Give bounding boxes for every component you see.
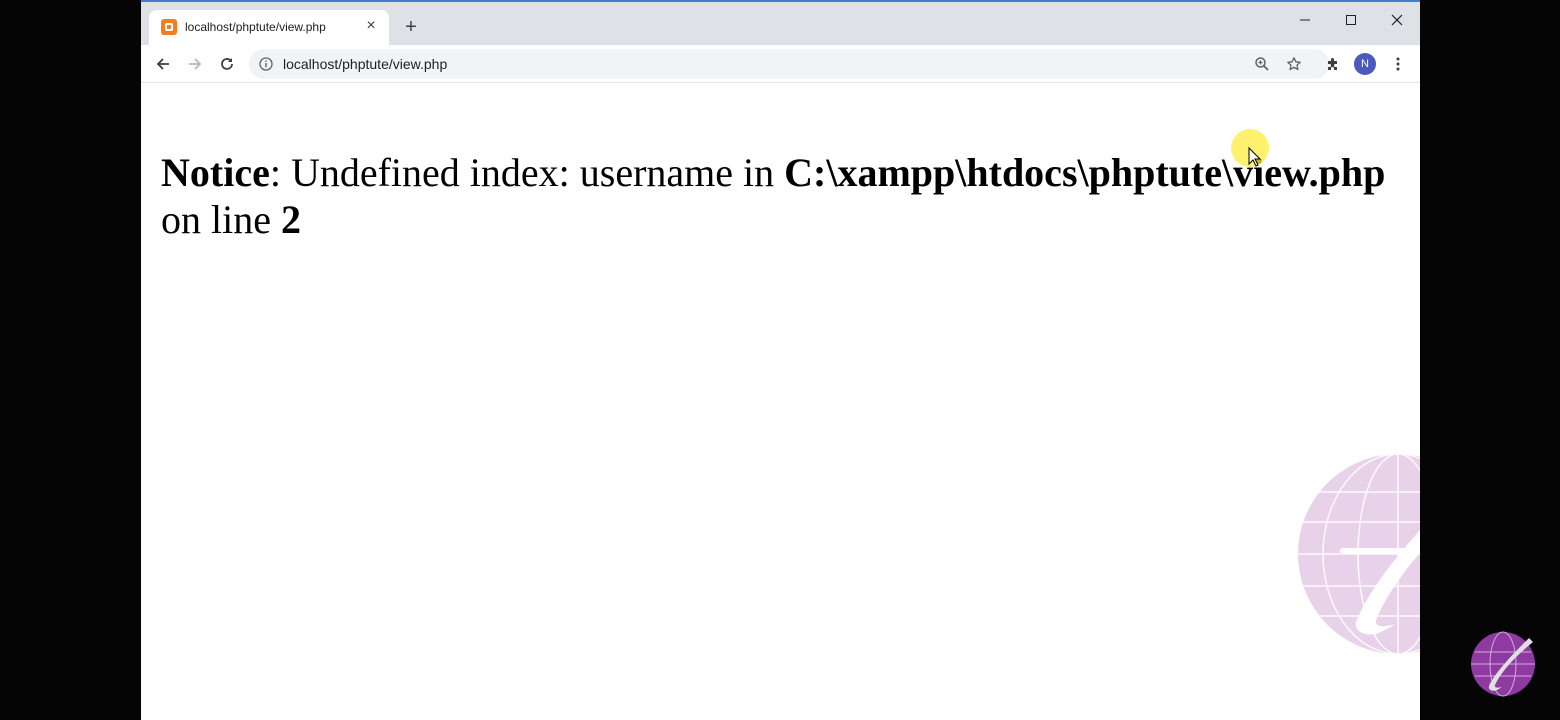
extensions-button[interactable] bbox=[1320, 51, 1346, 77]
browser-window: localhost/phptute/view.php × + localhost… bbox=[141, 0, 1420, 720]
avatar: N bbox=[1354, 53, 1376, 75]
globe-logo-watermark bbox=[1298, 453, 1420, 655]
puzzle-icon bbox=[1328, 58, 1337, 70]
browser-menu-button[interactable] bbox=[1385, 51, 1411, 77]
zoom-icon bbox=[1255, 57, 1269, 71]
mouse-pointer-icon bbox=[1248, 147, 1262, 167]
close-window-button[interactable] bbox=[1374, 6, 1420, 34]
kebab-menu-icon bbox=[1396, 57, 1400, 71]
tab-close-button[interactable]: × bbox=[363, 18, 379, 34]
reload-icon bbox=[221, 58, 233, 70]
maximize-button[interactable] bbox=[1328, 6, 1374, 34]
notice-message: : Undefined index: username in bbox=[269, 150, 785, 195]
profile-button[interactable]: N bbox=[1352, 51, 1378, 77]
address-url[interactable]: localhost/phptute/view.php bbox=[283, 56, 447, 72]
star-icon bbox=[1287, 57, 1301, 71]
close-icon bbox=[1391, 14, 1403, 26]
address-bar[interactable]: localhost/phptute/view.php bbox=[249, 49, 1329, 79]
info-icon[interactable] bbox=[259, 57, 273, 71]
minimize-icon bbox=[1300, 19, 1310, 21]
back-button[interactable] bbox=[150, 51, 176, 77]
reload-button[interactable] bbox=[214, 51, 240, 77]
bookmark-button[interactable] bbox=[1285, 55, 1303, 73]
arrow-right-icon bbox=[189, 58, 202, 70]
notice-line-prefix: on line bbox=[161, 197, 281, 242]
new-tab-button[interactable]: + bbox=[399, 15, 423, 39]
minimize-button[interactable] bbox=[1282, 6, 1328, 34]
forward-button[interactable] bbox=[182, 51, 208, 77]
xampp-icon bbox=[161, 19, 177, 35]
tab-strip: localhost/phptute/view.php × + bbox=[141, 2, 1420, 45]
corner-globe-logo bbox=[1471, 631, 1535, 697]
browser-toolbar: localhost/phptute/view.php N bbox=[141, 45, 1420, 83]
php-notice: Notice: Undefined index: username in C:\… bbox=[161, 149, 1401, 243]
notice-line-number: 2 bbox=[280, 197, 301, 242]
notice-label: Notice bbox=[161, 150, 270, 195]
page-content: Notice: Undefined index: username in C:\… bbox=[141, 83, 1420, 720]
maximize-icon bbox=[1346, 15, 1356, 25]
tab-title: localhost/phptute/view.php bbox=[185, 20, 326, 34]
arrow-left-icon bbox=[156, 58, 169, 70]
browser-tab[interactable]: localhost/phptute/view.php × bbox=[149, 10, 389, 45]
zoom-button[interactable] bbox=[1253, 55, 1271, 73]
notice-file-path: C:\xampp\htdocs\phptute\view.php bbox=[784, 150, 1386, 195]
